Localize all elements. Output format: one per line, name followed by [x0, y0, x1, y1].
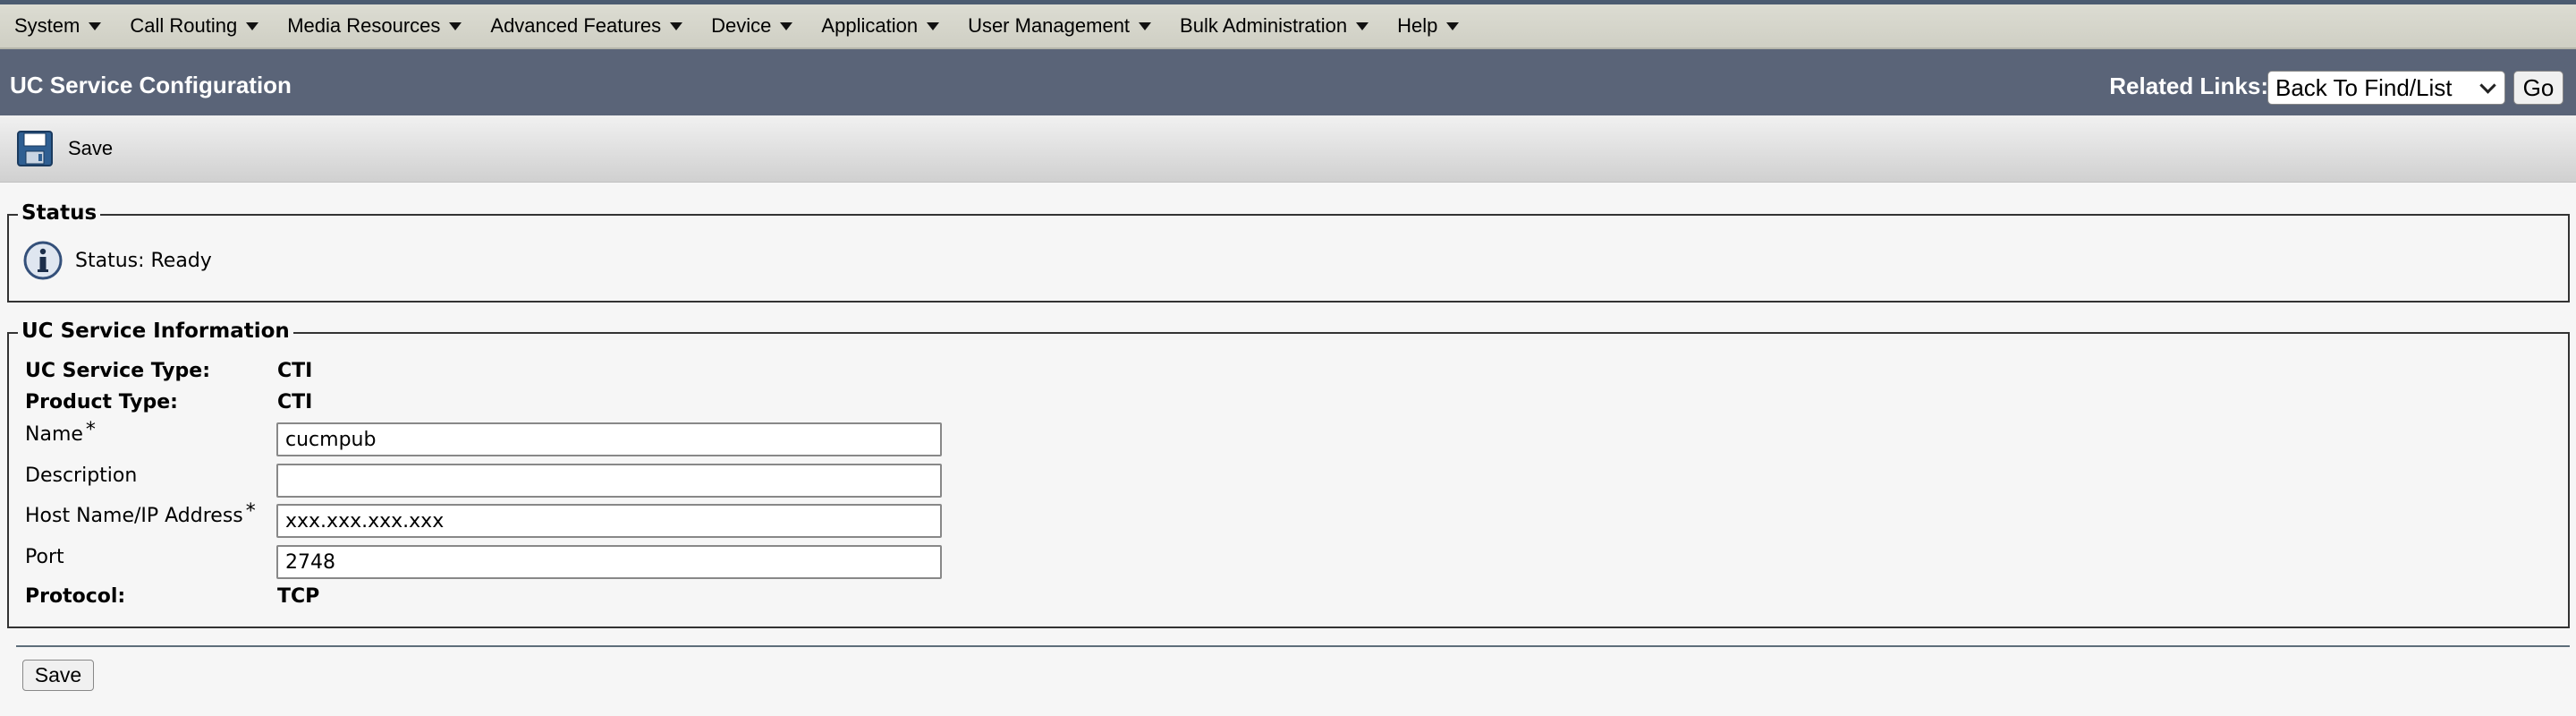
menu-call-routing[interactable]: Call Routing	[115, 14, 259, 38]
related-links-label: Related Links:	[2109, 72, 2268, 99]
service-type-value: CTI	[277, 360, 313, 382]
caret-down-icon	[449, 21, 462, 30]
caret-down-icon	[89, 21, 102, 30]
save-button[interactable]: Save	[22, 660, 94, 691]
menu-label: Application	[821, 14, 919, 37]
floppy-disk-icon[interactable]	[16, 130, 54, 167]
status-text: Status: Ready	[75, 250, 212, 272]
chevron-down-icon	[2479, 77, 2496, 94]
related-links-selected: Back To Find/List	[2275, 73, 2453, 101]
uc-service-information-section: UC Service Information UC Service Type: …	[7, 320, 2570, 628]
caret-down-icon	[780, 21, 793, 30]
caret-down-icon	[1139, 21, 1152, 30]
toolbar: Save	[0, 115, 2576, 183]
divider	[16, 645, 2570, 647]
name-label-text: Name	[25, 423, 83, 446]
status-section: Status Status: Ready	[7, 201, 2570, 303]
description-label: Description	[25, 465, 138, 487]
required-asterisk: *	[85, 419, 96, 441]
menu-label: Device	[711, 14, 772, 37]
port-label: Port	[25, 546, 64, 568]
menu-label: Media Resources	[287, 14, 441, 37]
menu-system[interactable]: System	[0, 14, 102, 38]
menu-label: Call Routing	[130, 14, 238, 37]
menu-bulk-administration[interactable]: Bulk Administration	[1165, 14, 1369, 38]
caret-down-icon	[246, 21, 259, 30]
caret-down-icon	[1446, 21, 1460, 30]
menu-advanced-features[interactable]: Advanced Features	[476, 14, 683, 38]
menu-help[interactable]: Help	[1383, 14, 1460, 38]
protocol-label: Protocol:	[25, 585, 126, 608]
uc-info-legend: UC Service Information	[18, 320, 293, 343]
protocol-value: TCP	[277, 585, 320, 608]
service-type-label: UC Service Type:	[25, 360, 210, 382]
menu-user-management[interactable]: User Management	[953, 14, 1152, 38]
info-icon	[23, 241, 63, 280]
caret-down-icon	[670, 21, 683, 30]
menu-label: System	[14, 14, 80, 37]
menu-application[interactable]: Application	[807, 14, 940, 38]
toolbar-save-label[interactable]: Save	[68, 137, 113, 160]
description-input[interactable]	[276, 464, 942, 498]
host-label-text: Host Name/IP Address	[25, 505, 243, 527]
name-label: Name *	[25, 419, 96, 446]
port-input[interactable]	[276, 545, 942, 579]
host-label: Host Name/IP Address *	[25, 500, 256, 527]
main-menu-bar: System Call Routing Media Resources Adva…	[0, 4, 2576, 49]
menu-label: Bulk Administration	[1180, 14, 1348, 37]
caret-down-icon	[927, 21, 940, 30]
title-bar: UC Service Configuration Related Links:	[0, 49, 2576, 115]
product-type-value: CTI	[277, 391, 313, 413]
host-input[interactable]	[276, 504, 942, 538]
page-title: UC Service Configuration	[10, 72, 292, 98]
status-legend: Status	[18, 201, 101, 225]
menu-label: Help	[1397, 14, 1438, 37]
name-input[interactable]	[276, 422, 942, 456]
menu-label: Advanced Features	[490, 14, 662, 37]
required-asterisk: *	[245, 500, 256, 523]
product-type-label: Product Type:	[25, 391, 178, 413]
go-button[interactable]: Go	[2513, 71, 2563, 105]
menu-device[interactable]: Device	[697, 14, 793, 38]
related-links-select[interactable]: Back To Find/List	[2267, 71, 2505, 105]
menu-media-resources[interactable]: Media Resources	[273, 14, 462, 38]
caret-down-icon	[1356, 21, 1369, 30]
menu-label: User Management	[968, 14, 1131, 37]
